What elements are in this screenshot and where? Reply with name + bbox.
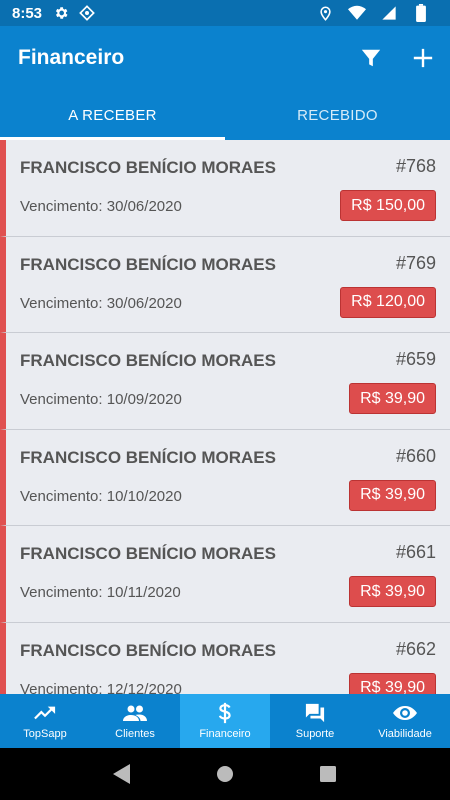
due-date: Vencimento: 10/09/2020 (20, 391, 182, 408)
amount-badge: R$ 150,00 (340, 190, 436, 221)
status-bar: 8:53 (0, 0, 450, 26)
client-name: FRANCISCO BENÍCIO MORAES (20, 640, 276, 660)
nav-label: TopSapp (23, 728, 67, 740)
amount-badge: R$ 39,90 (349, 383, 436, 414)
nav-topsapp[interactable]: TopSapp (0, 694, 90, 748)
due-label: Vencimento: (20, 391, 103, 408)
location-diamond-icon (78, 4, 96, 22)
due-date-value: 30/06/2020 (106, 294, 182, 312)
client-name: FRANCISCO BENÍCIO MORAES (20, 158, 276, 177)
amount-badge: R$ 39,90 (349, 672, 436, 694)
due-date-value: 10/10/2020 (106, 487, 182, 505)
trending-up-icon (33, 702, 57, 724)
amount-badge: R$ 39,90 (349, 479, 436, 511)
home-icon[interactable] (212, 761, 238, 787)
due-label: Vencimento: (20, 584, 103, 601)
nav-suporte[interactable]: Suporte (270, 694, 360, 748)
filter-icon[interactable] (358, 45, 384, 71)
list-item[interactable]: FRANCISCO BENÍCIO MORAES #768 Vencimento… (0, 140, 450, 237)
due-date: Vencimento: 30/06/2020 (20, 295, 182, 312)
list-item[interactable]: FRANCISCO BENÍCIO MORAES #659 Vencimento… (0, 333, 450, 430)
list-item[interactable]: FRANCISCO BENÍCIO MORAES #660 Vencimento… (0, 429, 450, 526)
due-label: Vencimento: (20, 294, 103, 312)
dollar-icon (213, 702, 237, 724)
nav-clientes[interactable]: Clientes (90, 694, 180, 748)
amount-badge: R$ 39,90 (349, 576, 436, 607)
due-date: Vencimento: 10/10/2020 (20, 488, 182, 505)
nav-financeiro[interactable]: Financeiro (180, 694, 270, 748)
recents-icon[interactable] (315, 761, 341, 787)
client-name: FRANCISCO BENÍCIO MORAES (20, 544, 276, 563)
invoice-list[interactable]: FRANCISCO BENÍCIO MORAES #768 Vencimento… (0, 140, 450, 694)
system-nav-bar (0, 748, 450, 800)
page-title: Financeiro (18, 46, 125, 69)
people-icon (123, 702, 147, 724)
due-label: Vencimento: (20, 680, 103, 695)
nav-label: Financeiro (199, 728, 251, 740)
due-label: Vencimento: (20, 487, 103, 505)
invoice-number: #768 (395, 156, 436, 176)
due-date: Vencimento: 30/06/2020 (20, 198, 182, 215)
gear-icon (52, 4, 70, 22)
nav-label: Clientes (115, 728, 155, 740)
due-date-value: 10/09/2020 (106, 391, 182, 408)
nav-label: Suporte (295, 728, 335, 740)
status-time: 8:53 (12, 4, 43, 22)
client-name: FRANCISCO BENÍCIO MORAES (20, 254, 276, 274)
bottom-nav: TopSapp Clientes Financeiro Suporte Viab… (0, 694, 450, 748)
signal-icon (380, 4, 398, 22)
list-item[interactable]: FRANCISCO BENÍCIO MORAES #769 Vencimento… (0, 236, 450, 333)
tab-a-receber[interactable]: A RECEBER (0, 90, 225, 140)
invoice-number: #662 (395, 638, 436, 659)
due-label: Vencimento: (20, 198, 103, 215)
tab-bar: A RECEBER RECEBIDO (0, 90, 450, 140)
nav-label: Viabilidade (378, 728, 432, 740)
app-bar: Financeiro (0, 26, 450, 90)
eye-icon (393, 702, 417, 724)
back-icon[interactable] (109, 761, 135, 787)
due-date-value: 30/06/2020 (106, 198, 182, 215)
due-date-value: 10/11/2020 (106, 584, 181, 601)
tab-recebido[interactable]: RECEBIDO (225, 90, 450, 140)
add-icon[interactable] (410, 45, 436, 71)
list-item[interactable]: FRANCISCO BENÍCIO MORAES #661 Vencimento… (0, 526, 450, 623)
list-item[interactable]: FRANCISCO BENÍCIO MORAES #662 Vencimento… (0, 622, 450, 695)
client-name: FRANCISCO BENÍCIO MORAES (20, 351, 276, 370)
due-date: Vencimento: 12/12/2020 (20, 681, 182, 695)
client-name: FRANCISCO BENÍCIO MORAES (20, 447, 276, 467)
battery-icon (412, 4, 430, 22)
chat-icon (303, 702, 327, 724)
wifi-icon (348, 4, 366, 22)
invoice-number: #769 (395, 252, 436, 273)
amount-badge: R$ 120,00 (340, 286, 436, 318)
due-date: Vencimento: 10/11/2020 (20, 584, 181, 601)
location-pin-icon (316, 4, 334, 22)
invoice-number: #661 (395, 542, 436, 562)
invoice-number: #659 (395, 349, 436, 369)
nav-viabilidade[interactable]: Viabilidade (360, 694, 450, 748)
due-date-value: 12/12/2020 (106, 680, 182, 695)
invoice-number: #660 (395, 445, 436, 466)
